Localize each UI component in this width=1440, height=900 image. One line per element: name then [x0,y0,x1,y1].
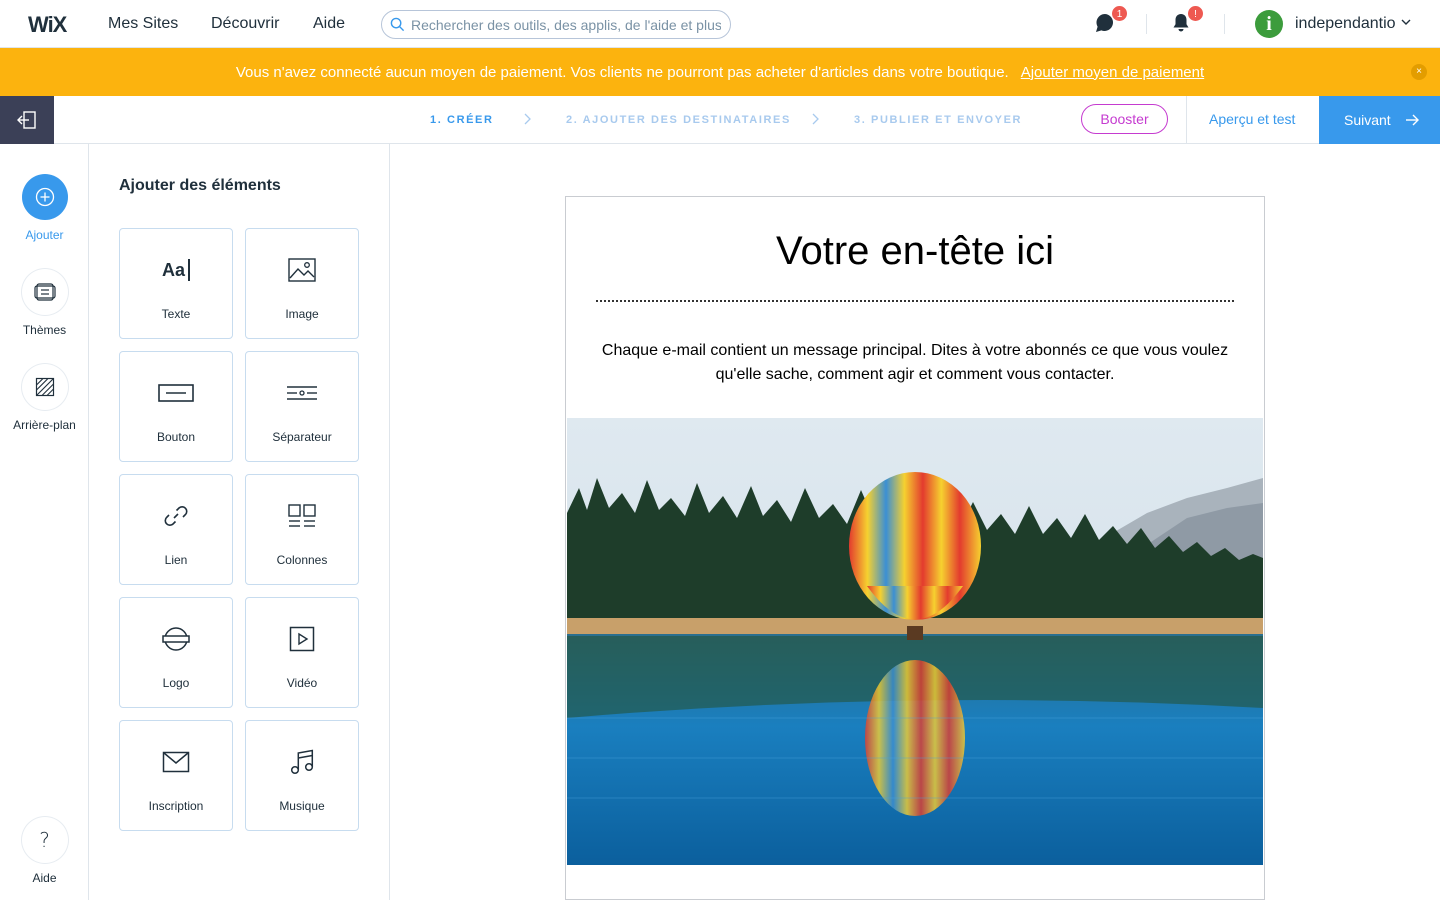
exit-button[interactable] [0,96,54,144]
rail-background-label: Arrière-plan [13,418,76,432]
tile-image[interactable]: Image [245,228,359,339]
rail-add-label: Ajouter [25,228,64,242]
tile-subscribe[interactable]: Inscription [119,720,233,831]
email-separator[interactable] [596,300,1234,302]
tile-label: Lien [164,553,188,567]
tile-link[interactable]: Lien [119,474,233,585]
step-bar: 1. CRÉER 2. AJOUTER DES DESTINATAIRES 3.… [0,96,1440,144]
tile-label: Colonnes [276,553,328,567]
notifications-button[interactable]: ! [1170,5,1204,36]
themes-circle[interactable] [21,269,68,315]
divider [1186,96,1187,144]
image-icon [288,258,316,282]
left-rail: Ajouter Thèmes Arrière-plan ? Aide [0,144,89,900]
next-button-label: Suivant [1344,112,1391,128]
help-icon: ? [39,828,50,852]
chevron-right-icon [812,113,819,125]
username[interactable]: independantio [1295,15,1396,33]
banner-message: Vous n'avez connecté aucun moyen de paie… [235,63,1009,81]
tile-separator[interactable]: Séparateur [245,351,359,462]
wix-logo[interactable]: WiX [28,12,67,38]
themes-icon [33,283,56,301]
nav-mes-sites[interactable]: Mes Sites [108,15,178,33]
add-payment-link[interactable]: Ajouter moyen de paiement [1021,64,1204,81]
payment-warning-banner: Vous n'avez connecté aucun moyen de paie… [0,48,1440,96]
tile-columns[interactable]: Colonnes [245,474,359,585]
nav-aide[interactable]: Aide [313,15,345,33]
columns-icon [288,504,316,527]
next-button[interactable]: Suivant [1319,96,1440,144]
rail-themes[interactable]: Thèmes [0,269,89,337]
link-icon [164,505,188,527]
chat-button[interactable]: 1 [1094,5,1128,36]
plus-circle-icon [35,187,54,207]
close-icon[interactable]: × [1411,64,1427,80]
button-icon [158,384,194,402]
add-circle[interactable] [21,174,68,220]
tile-label: Inscription [148,799,204,813]
tile-button[interactable]: Bouton [119,351,233,462]
background-circle[interactable] [21,364,68,410]
logo-icon [162,627,190,651]
tile-label: Vidéo [286,676,318,690]
preview-test-button[interactable]: Aperçu et test [1209,111,1295,127]
arrow-right-icon [1405,114,1419,126]
envelope-icon [162,751,190,773]
tile-video[interactable]: Vidéo [245,597,359,708]
chevron-down-icon[interactable] [1400,16,1412,28]
nav-decouvrir[interactable]: Découvrir [211,15,279,33]
tile-text[interactable]: Aa Texte [119,228,233,339]
tile-label: Musique [279,799,325,813]
rail-help[interactable]: ? Aide [0,817,89,885]
rail-themes-label: Thèmes [22,323,67,337]
tile-label: Logo [162,676,190,690]
step-add-recipients[interactable]: 2. AJOUTER DES DESTINATAIRES [566,114,791,126]
booster-button[interactable]: Booster [1081,104,1168,134]
chat-badge: 1 [1111,5,1128,22]
tile-label: Image [285,307,319,321]
rail-add[interactable]: Ajouter [0,174,89,242]
music-icon [290,749,314,775]
email-hero-image[interactable] [567,418,1263,865]
rail-help-label: Aide [32,871,57,885]
text-icon: Aa [162,259,190,281]
top-bar: WiX Mes Sites Découvrir Aide 1 ! i indep… [0,0,1440,48]
step-publish-send[interactable]: 3. PUBLIER ET ENVOYER [854,114,1022,126]
exit-icon [17,111,36,129]
tile-label: Bouton [156,430,196,444]
tile-logo[interactable]: Logo [119,597,233,708]
balloon-lake-image [567,418,1263,865]
add-elements-panel: Ajouter des éléments Aa Texte Image Bout… [89,144,390,900]
email-preview[interactable]: Votre en-tête ici Chaque e-mail contient… [565,196,1265,900]
chevron-right-icon [524,113,531,125]
panel-title: Ajouter des éléments [119,177,281,194]
tile-music[interactable]: Musique [245,720,359,831]
search-input[interactable] [411,16,721,33]
tile-label: Séparateur [272,430,332,444]
step-create[interactable]: 1. CRÉER [430,114,494,126]
divider [1146,14,1147,34]
search-icon [390,17,405,32]
help-circle[interactable]: ? [21,817,68,863]
tile-label: Texte [161,307,191,321]
avatar[interactable]: i [1255,10,1283,38]
separator-icon [287,386,317,400]
divider [1224,14,1225,34]
video-icon [289,626,315,652]
search-box[interactable] [381,10,731,39]
rail-background[interactable]: Arrière-plan [0,364,89,432]
notifications-badge: ! [1187,5,1204,22]
background-icon [35,377,54,397]
email-body-text[interactable]: Chaque e-mail contient un message princi… [596,339,1234,387]
email-header-text[interactable]: Votre en-tête ici [566,229,1264,274]
